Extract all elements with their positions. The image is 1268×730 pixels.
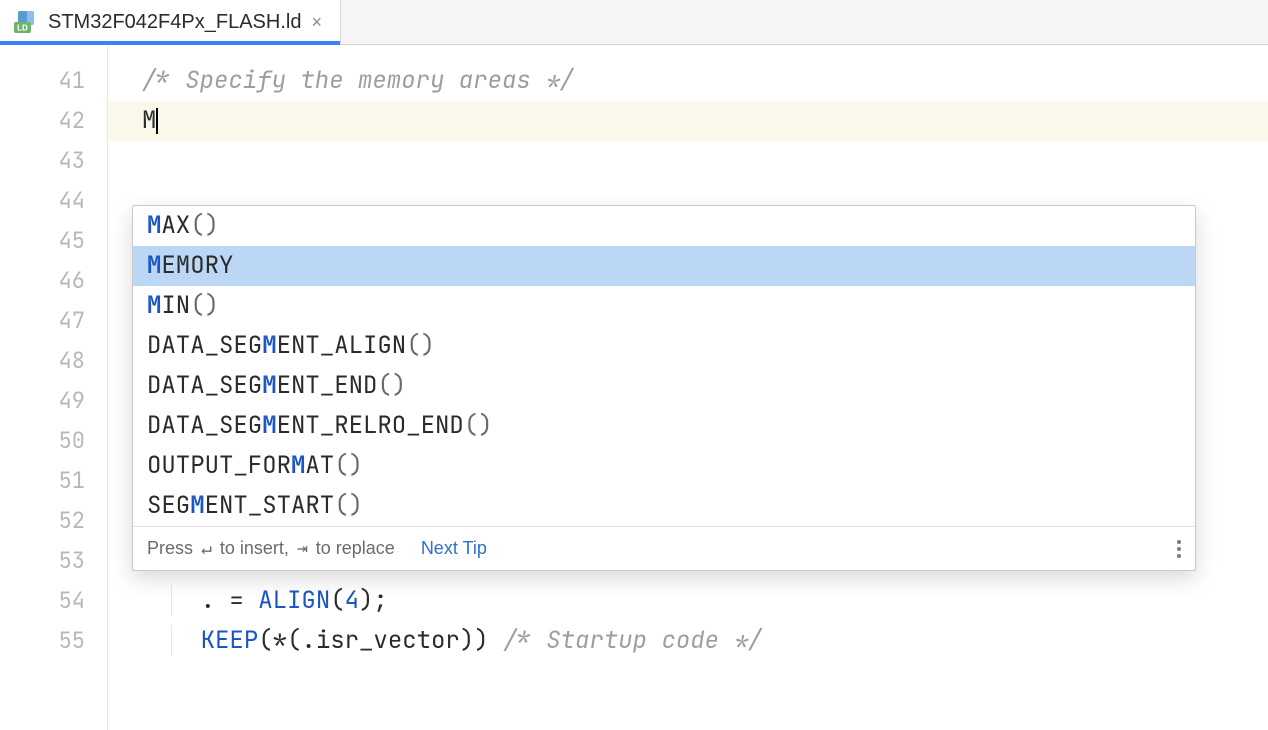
line-number: 53 <box>0 541 107 581</box>
autocomplete-item[interactable]: DATA_SEGMENT_ALIGN() <box>133 326 1195 366</box>
line-number: 55 <box>0 621 107 661</box>
enter-key-icon: ↵ <box>201 537 212 560</box>
autocomplete-popup: MAX()MEMORYMIN()DATA_SEGMENT_ALIGN()DATA… <box>132 205 1196 571</box>
editor: 414243444546474849505152535455 /* Specif… <box>0 45 1268 730</box>
match-char: M <box>147 290 161 321</box>
svg-text:LD: LD <box>17 24 28 33</box>
more-icon[interactable] <box>1177 540 1181 558</box>
line-number: 46 <box>0 261 107 301</box>
line-number: 41 <box>0 61 107 101</box>
line-number: 51 <box>0 461 107 501</box>
ld-file-icon: LD <box>14 11 38 33</box>
file-tab[interactable]: LD STM32F042F4Px_FLASH.ld × <box>0 0 341 44</box>
close-icon[interactable]: × <box>311 12 322 33</box>
code-line: /* Specify the memory areas */ <box>108 61 1268 101</box>
line-number: 44 <box>0 181 107 221</box>
match-char: M <box>147 250 161 281</box>
code-line: KEEP(*(.isr_vector)) /* Startup code */ <box>108 621 1268 661</box>
keyword: KEEP <box>201 625 259 656</box>
autocomplete-item[interactable]: MIN() <box>133 286 1195 326</box>
autocomplete-item[interactable]: SEGMENT_START() <box>133 486 1195 526</box>
line-number <box>0 51 107 61</box>
autocomplete-list: MAX()MEMORYMIN()DATA_SEGMENT_ALIGN()DATA… <box>133 206 1195 526</box>
typed-text: M <box>142 105 156 136</box>
number-literal: 4 <box>345 585 359 616</box>
comment-text: /* Startup code */ <box>489 625 763 656</box>
file-tab-label: STM32F042F4Px_FLASH.ld <box>48 11 301 34</box>
tab-key-icon: ⇥ <box>297 537 308 560</box>
line-number: 43 <box>0 141 107 181</box>
match-char: M <box>291 450 305 481</box>
code-line <box>108 141 1268 181</box>
match-char: M <box>262 330 276 361</box>
code-line: . = ALIGN(4); <box>108 581 1268 621</box>
autocomplete-item[interactable]: MAX() <box>133 206 1195 246</box>
autocomplete-item[interactable]: DATA_SEGMENT_RELRO_END() <box>133 406 1195 446</box>
match-char: M <box>190 490 204 521</box>
line-number: 50 <box>0 421 107 461</box>
line-number-gutter: 414243444546474849505152535455 <box>0 45 108 730</box>
code-line-current: M <box>108 101 1268 141</box>
footer-text: to replace <box>316 538 395 559</box>
autocomplete-item[interactable]: OUTPUT_FORMAT() <box>133 446 1195 486</box>
autocomplete-footer: Press ↵ to insert, ⇥ to replace Next Tip <box>133 526 1195 570</box>
line-number: 48 <box>0 341 107 381</box>
match-char: M <box>147 210 161 241</box>
match-char: M <box>262 410 276 441</box>
line-number: 52 <box>0 501 107 541</box>
line-number: 42 <box>0 101 107 141</box>
keyword: ALIGN <box>258 585 330 616</box>
footer-text: Press <box>147 538 193 559</box>
footer-text: to insert, <box>220 538 289 559</box>
next-tip-link[interactable]: Next Tip <box>421 538 487 559</box>
comment-text: /* Specify the memory areas */ <box>142 65 574 96</box>
code-line <box>108 51 1268 61</box>
tab-bar: LD STM32F042F4Px_FLASH.ld × <box>0 0 1268 45</box>
text-caret <box>156 108 158 134</box>
line-number: 49 <box>0 381 107 421</box>
line-number: 45 <box>0 221 107 261</box>
line-number: 54 <box>0 581 107 621</box>
line-number: 47 <box>0 301 107 341</box>
autocomplete-item[interactable]: MEMORY <box>133 246 1195 286</box>
autocomplete-item[interactable]: DATA_SEGMENT_END() <box>133 366 1195 406</box>
match-char: M <box>262 370 276 401</box>
